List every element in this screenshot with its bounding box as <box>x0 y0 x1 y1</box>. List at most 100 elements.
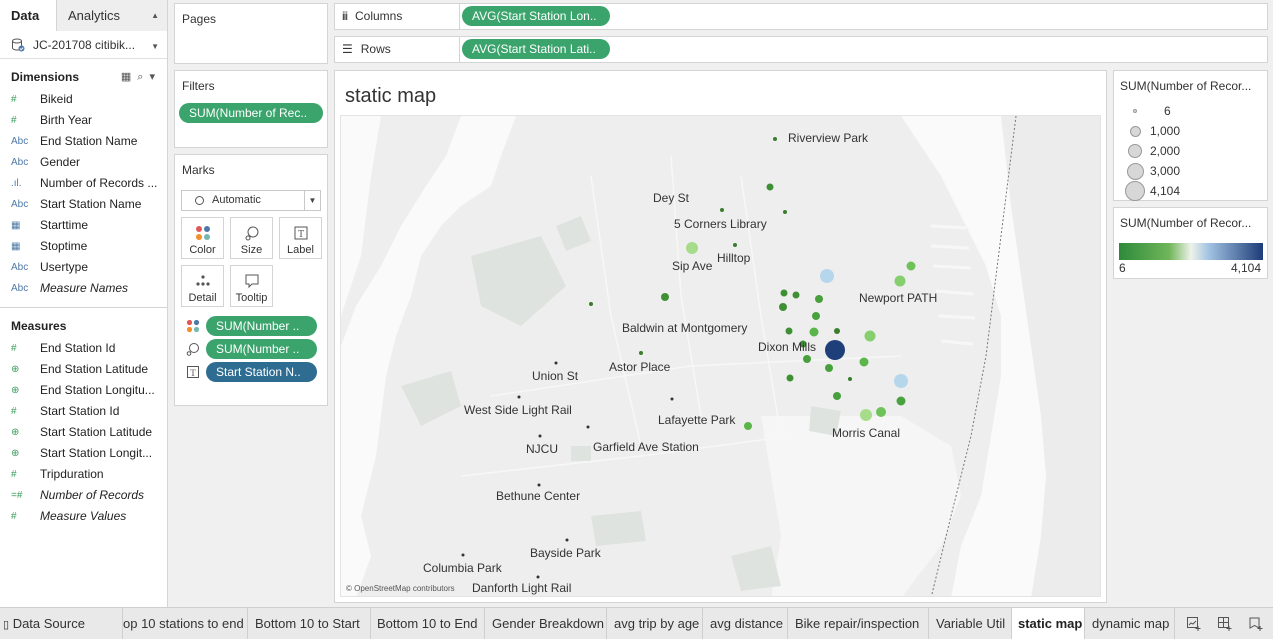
station-mark[interactable] <box>815 295 823 303</box>
station-mark[interactable] <box>860 409 872 421</box>
station-mark[interactable] <box>779 303 787 311</box>
station-mark[interactable] <box>766 183 774 191</box>
station-mark[interactable] <box>686 242 698 254</box>
new-story-icon[interactable] <box>1246 614 1266 634</box>
measure-field[interactable]: =# Number of Records <box>0 485 167 506</box>
filter-pill[interactable]: SUM(Number of Rec.. <box>179 103 323 123</box>
station-mark[interactable] <box>639 351 643 355</box>
station-mark[interactable] <box>783 210 787 214</box>
columns-pill[interactable]: AVG(Start Station Lon.. <box>462 6 610 26</box>
station-mark[interactable] <box>809 327 819 337</box>
station-mark[interactable] <box>780 289 788 297</box>
detail-button[interactable]: Detail <box>181 265 224 307</box>
dimension-field[interactable]: ▦ Starttime <box>0 215 167 236</box>
station-mark[interactable] <box>820 269 834 283</box>
station-mark[interactable] <box>834 328 840 334</box>
tab-data-source[interactable]: ▯ Data Source <box>0 608 123 639</box>
measure-field[interactable]: # Measure Values <box>0 506 167 527</box>
color-legend[interactable]: SUM(Number of Recor... 6 4,104 <box>1113 207 1268 279</box>
station-mark[interactable] <box>536 575 540 579</box>
label-button[interactable]: T Label <box>279 217 322 259</box>
search-icon[interactable]: ⌕ <box>137 71 149 83</box>
station-mark[interactable] <box>864 330 876 342</box>
station-mark[interactable] <box>538 434 542 438</box>
dimension-field[interactable]: Abc Usertype <box>0 257 167 278</box>
dimension-field[interactable]: # Bikeid <box>0 89 167 110</box>
measure-field[interactable]: # Tripduration <box>0 464 167 485</box>
station-mark[interactable] <box>792 291 800 299</box>
station-mark[interactable] <box>894 275 906 287</box>
color-encoding-pill[interactable]: SUM(Number .. <box>206 316 317 336</box>
label-encoding-pill[interactable]: Start Station N.. <box>206 362 317 382</box>
station-mark[interactable] <box>670 397 674 401</box>
dimension-field[interactable]: Abc End Station Name <box>0 131 167 152</box>
station-mark[interactable] <box>773 137 777 141</box>
station-mark[interactable] <box>461 553 465 557</box>
pages-shelf[interactable]: Pages <box>174 3 328 64</box>
rows-shelf[interactable]: ☰ Rows AVG(Start Station Lati.. <box>334 36 1268 63</box>
station-mark[interactable] <box>744 422 752 430</box>
size-encoding-pill[interactable]: SUM(Number .. <box>206 339 317 359</box>
station-mark[interactable] <box>733 243 737 247</box>
dimension-field[interactable]: ▦ Stoptime <box>0 236 167 257</box>
station-mark[interactable] <box>876 407 886 417</box>
station-mark[interactable] <box>537 483 541 487</box>
station-mark[interactable] <box>859 357 869 367</box>
size-legend[interactable]: SUM(Number of Recor... 6 1,000 2,000 3,0… <box>1113 70 1268 201</box>
station-mark[interactable] <box>894 374 908 388</box>
rows-pill[interactable]: AVG(Start Station Lati.. <box>462 39 610 59</box>
station-mark[interactable] <box>589 302 593 306</box>
station-mark[interactable] <box>906 261 916 271</box>
station-mark[interactable] <box>565 538 569 542</box>
station-mark-largest[interactable] <box>825 340 845 360</box>
station-mark[interactable] <box>896 396 906 406</box>
tab-bottom10-end[interactable]: Bottom 10 to End <box>371 608 485 639</box>
tab-data[interactable]: Data <box>0 0 56 31</box>
tab-dynamic-map[interactable]: dynamic map <box>1085 608 1175 639</box>
map-canvas[interactable]: Riverview Park Dey St 5 Corners Library … <box>341 116 1101 597</box>
station-mark[interactable] <box>848 377 852 381</box>
chevron-down-icon[interactable]: ▾ <box>149 71 161 83</box>
tooltip-button[interactable]: Tooltip <box>230 265 273 307</box>
tab-analytics[interactable]: Analytics ▲ ▼ <box>56 0 167 51</box>
new-dashboard-icon[interactable] <box>1215 614 1235 634</box>
station-mark[interactable] <box>786 374 794 382</box>
tab-variable-util[interactable]: Variable Util <box>929 608 1012 639</box>
tab-bike-repair[interactable]: Bike repair/inspection <box>788 608 929 639</box>
station-mark[interactable] <box>661 293 669 301</box>
mark-type-dropdown[interactable]: Automatic ▼ <box>181 190 321 211</box>
columns-shelf[interactable]: iii Columns AVG(Start Station Lon.. <box>334 3 1268 30</box>
station-mark[interactable] <box>785 327 793 335</box>
size-button[interactable]: Size <box>230 217 273 259</box>
filters-shelf[interactable]: Filters SUM(Number of Rec.. <box>174 70 328 148</box>
measure-field[interactable]: # End Station Id <box>0 338 167 359</box>
dimension-field[interactable]: Abc Gender <box>0 152 167 173</box>
tab-top10[interactable]: op 10 stations to end <box>123 608 248 639</box>
dimension-field[interactable]: # Birth Year <box>0 110 167 131</box>
station-mark[interactable] <box>812 312 820 320</box>
measure-field[interactable]: ⊕ End Station Latitude <box>0 359 167 380</box>
measure-field[interactable]: ⊕ End Station Longitu... <box>0 380 167 401</box>
station-mark[interactable] <box>825 364 833 372</box>
measure-field[interactable]: # Start Station Id <box>0 401 167 422</box>
tab-gender[interactable]: Gender Breakdown <box>485 608 607 639</box>
station-mark[interactable] <box>720 208 724 212</box>
color-button[interactable]: Color <box>181 217 224 259</box>
tab-avg-distance[interactable]: avg distance <box>703 608 788 639</box>
updown-arrows-icon[interactable]: ▲ ▼ <box>151 0 159 62</box>
tab-static-map[interactable]: static map <box>1012 608 1085 639</box>
station-mark[interactable] <box>803 355 811 363</box>
datasource-item[interactable]: JC-201708 citibik... <box>0 31 167 59</box>
dimension-field[interactable]: Abc Measure Names <box>0 278 167 299</box>
tab-avg-trip-age[interactable]: avg trip by age <box>607 608 703 639</box>
measure-field[interactable]: ⊕ Start Station Longit... <box>0 443 167 464</box>
dimension-field[interactable]: Abc Start Station Name <box>0 194 167 215</box>
station-mark[interactable] <box>586 425 590 429</box>
station-mark[interactable] <box>833 392 841 400</box>
measure-field[interactable]: ⊕ Start Station Latitude <box>0 422 167 443</box>
station-mark[interactable] <box>517 395 521 399</box>
new-worksheet-icon[interactable] <box>1184 614 1204 634</box>
dimension-field[interactable]: .ıl. Number of Records ... <box>0 173 167 194</box>
station-mark[interactable] <box>554 361 558 365</box>
tab-bottom10-start[interactable]: Bottom 10 to Start <box>248 608 371 639</box>
